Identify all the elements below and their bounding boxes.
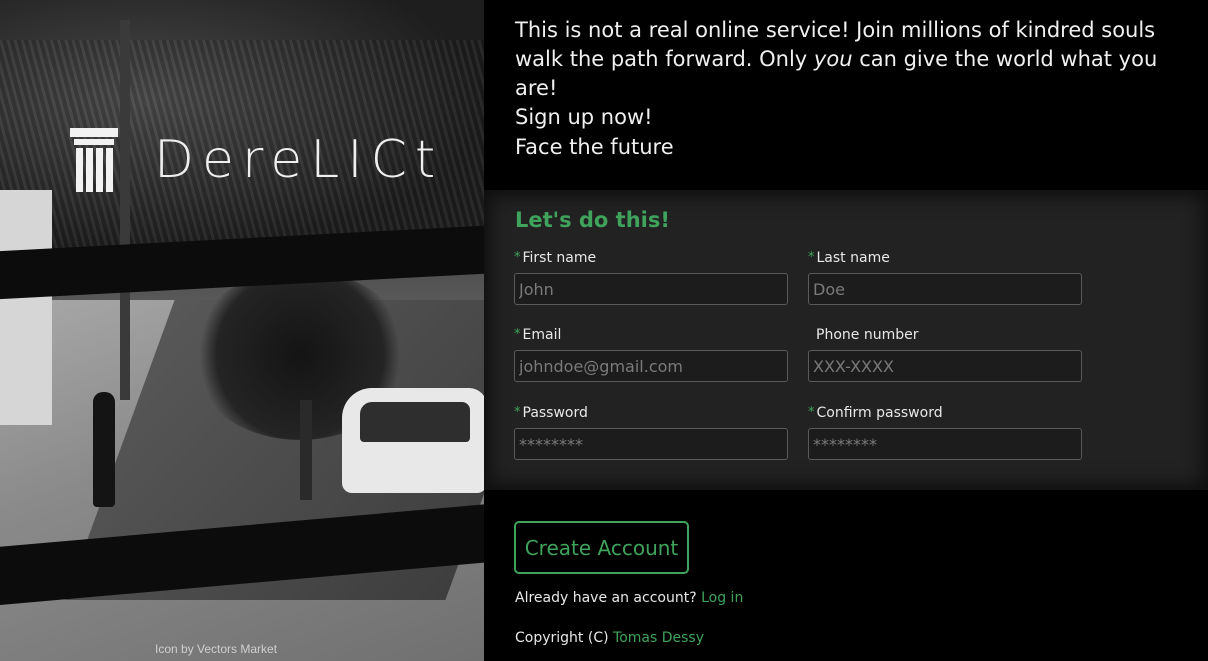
signup-prompt: Sign up now! xyxy=(515,105,653,129)
hero-photo: DereLICt Icon by Vectors Market xyxy=(0,0,484,661)
brand-name: DereLICt xyxy=(154,130,444,190)
email-label: * Email xyxy=(514,325,788,345)
last-name-label: * Last name xyxy=(808,248,1082,268)
required-marker: * xyxy=(514,327,521,342)
last-name-label-text: Last name xyxy=(816,250,890,266)
icon-credit: Icon by Vectors Market xyxy=(155,642,278,656)
required-marker: * xyxy=(808,405,815,420)
tagline: Face the future xyxy=(515,135,674,159)
first-name-field: * First name xyxy=(514,248,788,305)
signup-form: Let's do this! *First name *Last name *E… xyxy=(484,190,1208,490)
required-marker: * xyxy=(514,405,521,420)
password-field: * Password xyxy=(514,403,788,460)
phone-input[interactable] xyxy=(808,350,1082,382)
required-marker: * xyxy=(514,250,521,265)
last-name-field: * Last name xyxy=(808,248,1082,305)
email-input[interactable] xyxy=(514,350,788,382)
copyright-text: Copyright (C) xyxy=(515,630,609,646)
intro-paragraph: This is not a real online service! Join … xyxy=(515,16,1195,103)
intro-emphasis: you xyxy=(813,47,853,71)
confirm-password-field: * Confirm password xyxy=(808,403,1082,460)
login-prompt: Already have an account? Log in xyxy=(515,590,743,606)
copyright: Copyright (C) Tomas Dessy xyxy=(515,630,704,646)
phone-label: Phone number xyxy=(808,325,1082,345)
author-link[interactable]: Tomas Dessy xyxy=(613,630,704,646)
form-title: Let's do this! xyxy=(515,208,670,232)
first-name-input[interactable] xyxy=(514,273,788,305)
confirm-password-label-text: Confirm password xyxy=(816,405,943,421)
confirm-password-label: * Confirm password xyxy=(808,403,1082,423)
phone-label-text: Phone number xyxy=(816,327,919,343)
create-account-button[interactable]: Create Account xyxy=(514,521,689,574)
first-name-label: * First name xyxy=(514,248,788,268)
login-prompt-text: Already have an account? xyxy=(515,590,697,606)
email-field: * Email xyxy=(514,325,788,382)
required-marker: * xyxy=(808,250,815,265)
password-label-text: Password xyxy=(522,405,588,421)
password-label: * Password xyxy=(514,403,788,423)
pillar-icon xyxy=(70,128,118,192)
password-input[interactable] xyxy=(514,428,788,460)
confirm-password-input[interactable] xyxy=(808,428,1082,460)
email-label-text: Email xyxy=(522,327,562,343)
brand-logo: DereLICt xyxy=(70,128,443,192)
login-link[interactable]: Log in xyxy=(701,590,743,606)
last-name-input[interactable] xyxy=(808,273,1082,305)
phone-field: Phone number xyxy=(808,325,1082,382)
first-name-label-text: First name xyxy=(522,250,597,266)
intro-text: This is not a real online service! Join … xyxy=(515,16,1195,132)
